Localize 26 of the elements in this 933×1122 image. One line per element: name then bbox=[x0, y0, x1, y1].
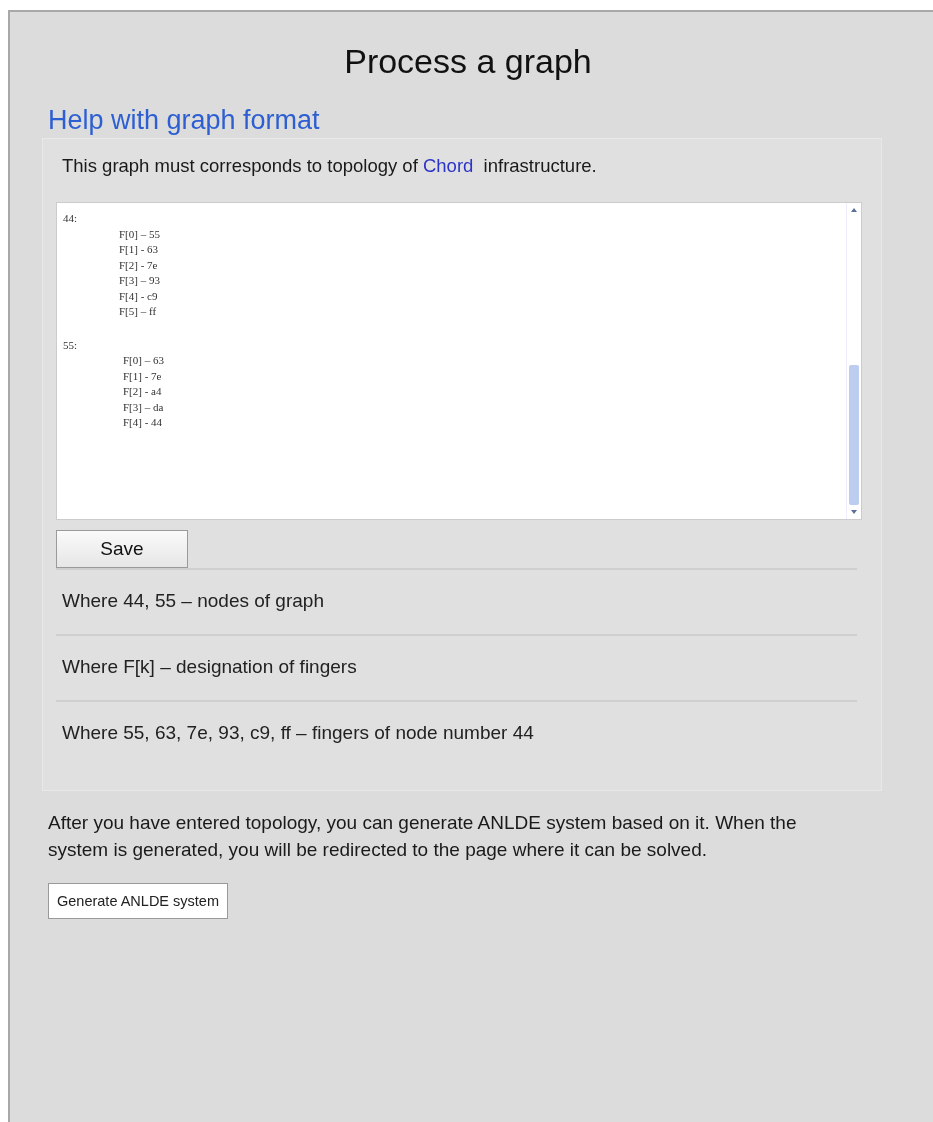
graph-editor[interactable]: 44: F[0] – 55 F[1] - 63 F[2] - 7e F[3] – 93 F[4] - c9 F[5] – ff 55: F[0] – 63 F[1] - 7e F[2] - a4 F[3] – da F[4] - 44 bbox=[56, 202, 862, 520]
finger-line: F[0] – 63 bbox=[123, 353, 164, 368]
finger-line: F[4] - c9 bbox=[119, 288, 158, 304]
page-title: Process a graph bbox=[343, 42, 593, 81]
finger-line: F[1] - 7e bbox=[123, 368, 162, 384]
intro-text: This graph must corresponds to topology of Chord infrastructure. bbox=[61, 155, 598, 177]
note-text: Where F[k] – designation of fingers bbox=[62, 656, 357, 677]
node-label: 44: bbox=[63, 211, 78, 226]
finger-line: F[3] – 93 bbox=[119, 273, 160, 288]
node-label: 55: bbox=[63, 337, 78, 353]
help-link[interactable]: Help with graph format bbox=[48, 105, 320, 136]
note-text: Where 55, 63, 7e, 93, c9, ff – fingers of node number 44 bbox=[62, 722, 534, 743]
finger-line: F[0] – 55 bbox=[119, 226, 160, 242]
scrollbar[interactable] bbox=[846, 203, 861, 519]
finger-line: F[2] - 7e bbox=[119, 257, 158, 273]
scroll-thumb[interactable] bbox=[849, 365, 859, 505]
note-text: Where 44, 55 – nodes of graph bbox=[62, 590, 324, 611]
generate-button[interactable]: Generate ANLDE system bbox=[48, 883, 228, 919]
finger-line: F[5] – ff bbox=[119, 304, 157, 319]
save-button[interactable]: Save bbox=[56, 530, 188, 568]
finger-line: F[1] - 63 bbox=[119, 242, 159, 257]
finger-line: F[3] – da bbox=[123, 399, 164, 415]
instructions-text: After you have entered topology, you can generate ANLDE system based on it. When the system is generated, you will be redirected to the page where it can be solved. bbox=[48, 811, 798, 862]
finger-line: F[2] - a4 bbox=[123, 384, 162, 399]
chord-link[interactable]: Chord bbox=[422, 155, 474, 176]
finger-line: F[4] - 44 bbox=[123, 415, 163, 430]
